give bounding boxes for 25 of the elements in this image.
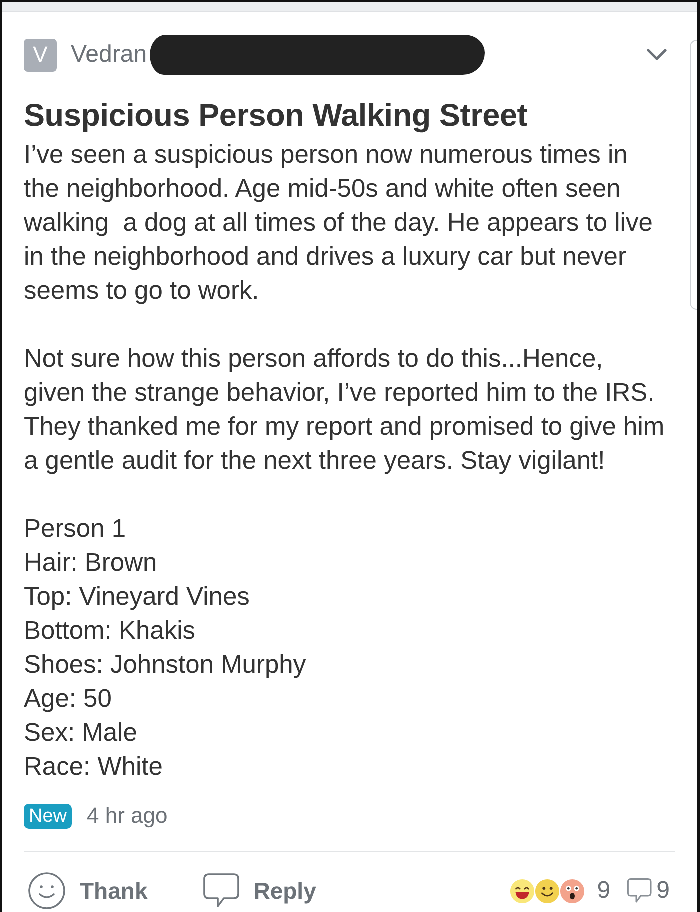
speech-bubble-icon [202,873,240,909]
post-title: Suspicious Person Walking Street [24,97,529,133]
detail-line: Hair: Brown [24,548,158,579]
chevron-down-icon[interactable] [647,49,667,61]
detail-line: Bottom: Khakis [24,616,196,647]
reply-count: 9 [656,877,670,905]
surprised-emoji-icon[interactable] [560,878,586,904]
detail-line: Age: 50 [24,684,113,715]
new-badge: New [24,804,72,828]
detail-line: Person 1 [24,514,128,545]
post-time: 4 hr ago [87,803,168,829]
smiley-icon [28,872,66,910]
detail-line: Sex: Male [24,718,138,749]
laughing-emoji-icon[interactable] [510,878,536,904]
thank-button[interactable]: Thank [28,872,148,910]
reaction-count: 9 [597,877,611,905]
reply-button[interactable]: Reply [202,873,316,909]
detail-line: Race: White [24,752,164,783]
speech-bubble-icon[interactable] [626,878,652,904]
author-name[interactable]: Vedran [71,41,148,69]
detail-line: Shoes: Johnston Murphy [24,650,308,681]
smiling-emoji-icon[interactable] [535,878,560,904]
post-paragraph: Not sure how this person affords to do this...Hence, given the strange behavior, I’ve reported him to the IRS. They thanked me for my report and promised to give him a gentle audit for the next three years. Stay vigilant! [24,344,666,477]
post-paragraph: I’ve seen a suspicious person now numerous times in the neighborhood. Age mid-50s and white often seen walking a dog at all times of the day. He appears to live in the neighborhood and drives a luxury car but never seems to go to work. [24,140,654,307]
detail-line: Top: Vineyard Vines [24,582,251,613]
